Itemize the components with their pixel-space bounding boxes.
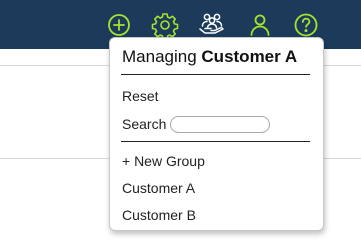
search-label: Search xyxy=(122,116,167,132)
search-input[interactable] xyxy=(170,115,271,133)
gear-icon[interactable] xyxy=(151,11,179,39)
dropdown-title: Managing Customer A xyxy=(122,46,297,68)
new-group-menu-item[interactable]: + New Group xyxy=(122,152,205,170)
current-customer-name: Customer A xyxy=(201,47,298,66)
customer-menu-item-a[interactable]: Customer A xyxy=(122,179,195,197)
menu-separator xyxy=(121,74,310,75)
reset-menu-item[interactable]: Reset xyxy=(122,87,159,105)
title-prefix: Managing xyxy=(122,47,197,66)
user-icon[interactable] xyxy=(246,11,274,39)
customer-dropdown-menu: Managing Customer A Reset Search + New G… xyxy=(109,37,324,231)
customer-menu-item-b[interactable]: Customer B xyxy=(122,206,196,224)
help-circle-icon[interactable] xyxy=(292,11,320,39)
add-circle-icon[interactable] xyxy=(105,11,133,39)
people-in-hand-icon[interactable] xyxy=(198,11,226,39)
search-row: Search xyxy=(122,114,271,134)
menu-separator xyxy=(121,141,310,142)
